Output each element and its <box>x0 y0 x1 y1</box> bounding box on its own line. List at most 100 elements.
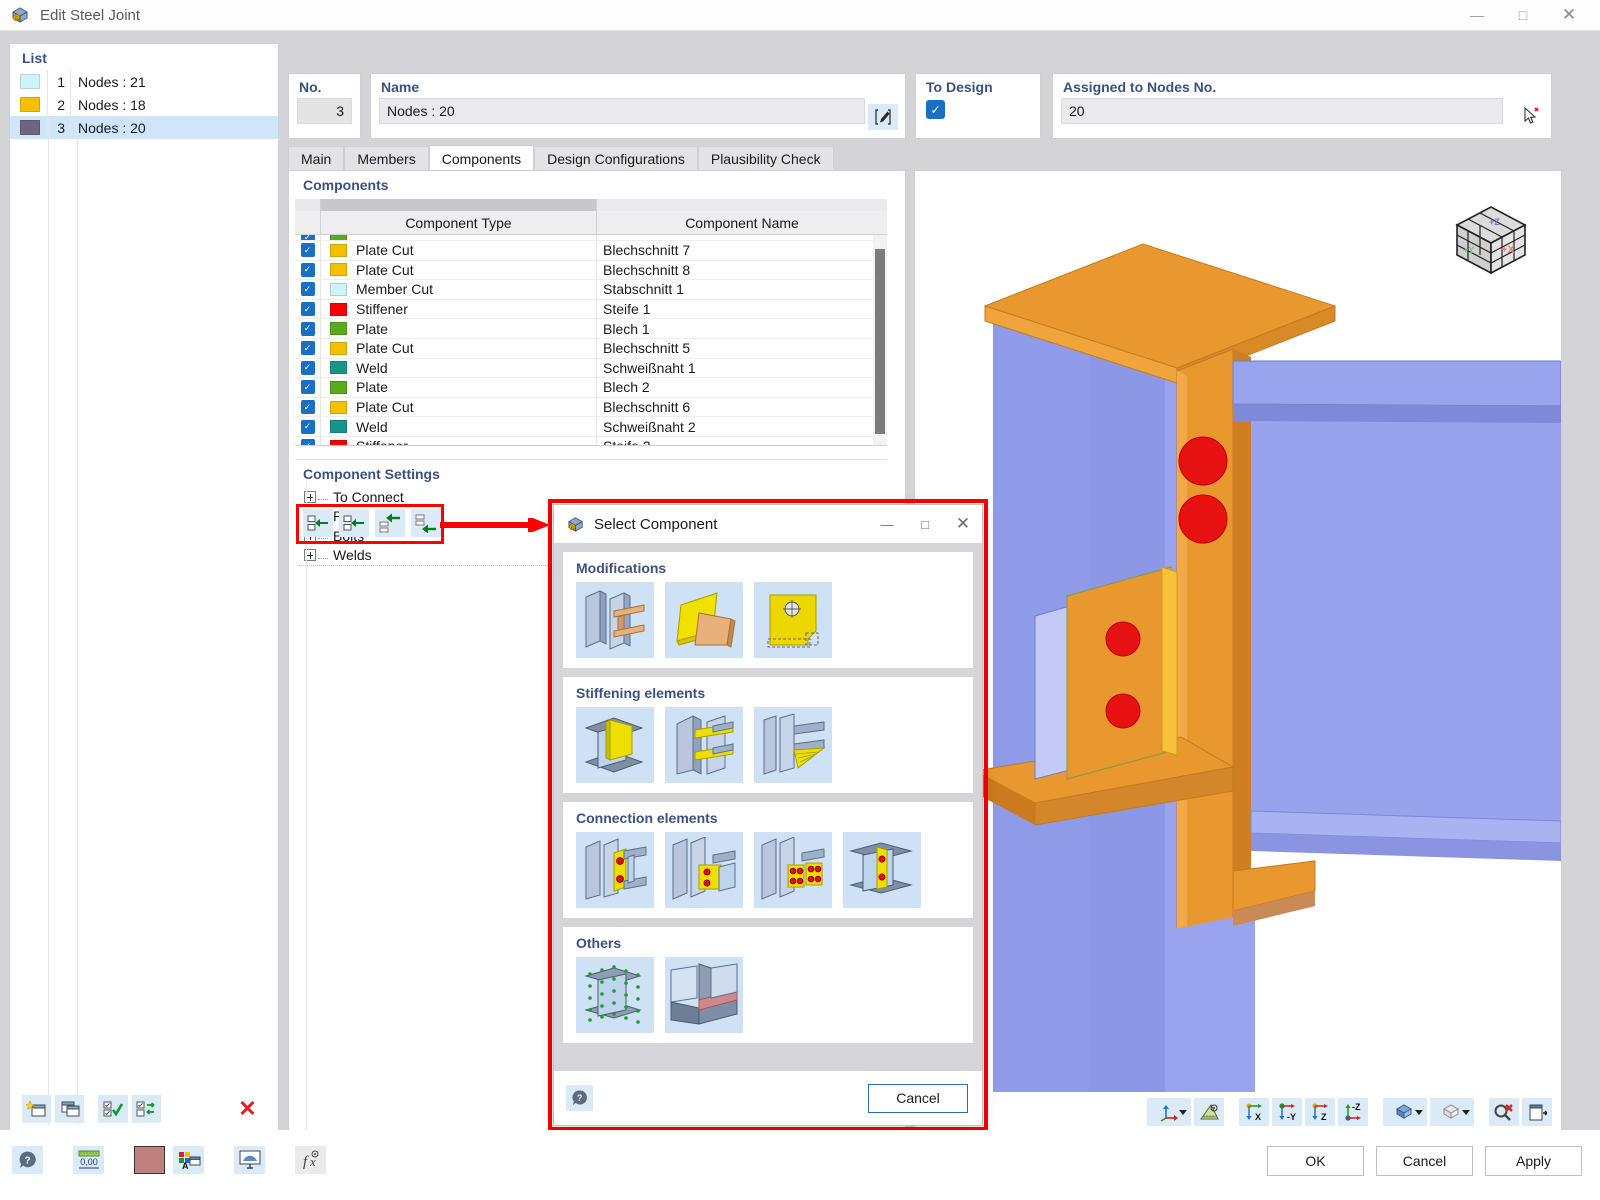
tab-main[interactable]: Main <box>288 146 345 171</box>
wireframe-button[interactable] <box>1430 1098 1474 1126</box>
joint-no-value[interactable]: 3 <box>297 98 352 124</box>
table-row[interactable]: ✓ Weld Schweißnaht 1 <box>295 358 887 379</box>
row-checkbox[interactable]: ✓ <box>295 260 321 280</box>
minimize-button[interactable]: — <box>1454 0 1500 31</box>
invert-selection-button[interactable] <box>131 1095 161 1123</box>
web-stiffener-thumb[interactable] <box>665 707 743 783</box>
table-row[interactable]: ✓ Plate Cut Blechschnitt 5 <box>295 338 887 359</box>
dialog-minimize-button[interactable]: — <box>868 505 906 543</box>
table-row[interactable]: ✓ Plate Blech 2 <box>295 378 887 398</box>
components-section-title: Components <box>303 177 389 193</box>
list-item[interactable]: 2 Nodes : 18 <box>10 93 278 116</box>
row-checkbox[interactable]: ✓ <box>295 378 321 397</box>
apply-button[interactable]: Apply <box>1485 1146 1582 1176</box>
close-button[interactable]: ✕ <box>1546 0 1592 31</box>
footer-left-toolbar: ? 0,00 A f x <box>12 1146 326 1174</box>
joint-name-input[interactable]: Nodes : 20 <box>379 98 865 124</box>
surface-mesh-thumb[interactable] <box>576 957 654 1033</box>
row-checkbox[interactable]: ✓ <box>295 280 321 299</box>
new-joint-button[interactable] <box>22 1095 52 1123</box>
haunch-thumb[interactable] <box>754 707 832 783</box>
tab-plausibility-check[interactable]: Plausibility Check <box>697 146 834 171</box>
view-x-button[interactable]: X <box>1239 1098 1269 1126</box>
row-checkbox[interactable]: ✓ <box>295 436 321 445</box>
insert-component-button[interactable] <box>303 509 333 537</box>
cancel-button[interactable]: Cancel <box>1376 1146 1473 1176</box>
zoom-reset-button[interactable] <box>1489 1098 1519 1126</box>
component-type-cell: Plate <box>356 379 388 396</box>
dialog-close-button[interactable]: ✕ <box>944 505 982 543</box>
list-panel-title: List <box>22 50 47 66</box>
row-checkbox[interactable]: ✓ <box>295 417 321 436</box>
tab-components[interactable]: Components <box>428 145 535 171</box>
table-row[interactable]: ✓ Weld Schweißnaht 2 <box>295 417 887 437</box>
table-row[interactable]: ✓ Plate Cut Blechschnitt 6 <box>295 397 887 418</box>
weld-seam-thumb[interactable] <box>665 957 743 1033</box>
to-design-checkbox[interactable]: ✓ <box>926 100 945 119</box>
table-row[interactable]: ✓ Stiffener Steife 1 <box>295 299 887 320</box>
insert-component-before-button[interactable] <box>339 509 369 537</box>
move-component-down-button[interactable] <box>411 509 441 537</box>
units-button[interactable]: 0,00 <box>73 1146 104 1174</box>
print-view-button[interactable] <box>1522 1098 1552 1126</box>
maximize-button[interactable]: □ <box>1500 0 1546 31</box>
row-checkbox[interactable]: ✓ <box>295 397 321 417</box>
select-all-button[interactable] <box>98 1095 128 1123</box>
dialog-cancel-button[interactable]: Cancel <box>868 1083 968 1113</box>
measure-button[interactable] <box>1194 1098 1224 1126</box>
display-properties-button[interactable]: A <box>173 1146 204 1174</box>
table-row[interactable]: ✓ Plate Cut Blechschnitt 7 <box>295 241 887 261</box>
row-checkbox[interactable]: ✓ <box>295 299 321 319</box>
assigned-nodes-input[interactable]: 20 <box>1061 98 1503 124</box>
help-icon[interactable]: ? <box>566 1085 593 1111</box>
dialog-title: Select Component <box>594 515 718 533</box>
ok-button[interactable]: OK <box>1267 1146 1364 1176</box>
bolted-plate-thumb[interactable] <box>754 832 832 908</box>
list-item[interactable]: 3 Nodes : 20 <box>10 116 278 139</box>
end-plate-thumb[interactable] <box>665 832 743 908</box>
joint-list[interactable]: 1 Nodes : 21 2 Nodes : 18 3 Nodes : 20 <box>10 70 278 139</box>
delete-joint-button[interactable]: ✕ <box>233 1095 262 1123</box>
row-checkbox[interactable]: ✓ <box>295 241 321 260</box>
components-table-body[interactable]: ✓ ✓ Plate Cut Blechschnitt 7 ✓ Plate Cut Blech… <box>295 235 887 446</box>
angle-cleat-thumb[interactable] <box>843 832 921 908</box>
window-body: List 1 Nodes : 21 2 Nodes : 18 3 Nodes : 20 <box>0 31 1600 1200</box>
view-minus-z-button[interactable]: -Z <box>1338 1098 1368 1126</box>
axis-label-y: +Y <box>1463 245 1474 255</box>
table-row[interactable]: ✓ Member Cut Stabschnitt 1 <box>295 280 887 300</box>
edit-name-icon[interactable] <box>868 104 898 130</box>
select-component-dialog: 6 Select Component — □ ✕ Modifications St… <box>553 504 983 1126</box>
move-component-up-button[interactable] <box>375 509 405 537</box>
stiffener-thumb[interactable] <box>576 707 654 783</box>
footer-action-buttons[interactable]: OK Cancel Apply <box>1267 1146 1582 1176</box>
select-nodes-icon[interactable] <box>1515 104 1545 130</box>
table-row[interactable]: ✓ Plate Cut Blechschnitt 8 <box>295 260 887 281</box>
dialog-maximize-button[interactable]: □ <box>906 505 944 543</box>
copy-joint-button[interactable] <box>55 1095 85 1123</box>
row-checkbox[interactable]: ✓ <box>295 338 321 358</box>
help-button[interactable]: ? <box>12 1146 43 1174</box>
components-table-scrollbar[interactable] <box>873 235 887 445</box>
view-z-button[interactable]: Z <box>1305 1098 1335 1126</box>
tab-members[interactable]: Members <box>344 146 429 171</box>
coordinate-system-button[interactable] <box>1147 1098 1191 1126</box>
3d-viewport[interactable]: Y +Z +Y +X <box>914 170 1562 1133</box>
navigation-cube[interactable]: +Z +Y +X <box>1443 195 1539 281</box>
tab-bar[interactable]: Main Members Components Design Configuratio… <box>288 145 834 171</box>
list-item[interactable]: 1 Nodes : 21 <box>10 70 278 93</box>
plate-cut-thumb[interactable] <box>665 582 743 658</box>
render-mode-button[interactable] <box>1383 1098 1427 1126</box>
visualization-button[interactable] <box>234 1146 265 1174</box>
member-cut-thumb[interactable] <box>576 582 654 658</box>
tab-design-configurations[interactable]: Design Configurations <box>534 146 698 171</box>
row-checkbox[interactable]: ✓ <box>295 319 321 338</box>
view-minus-y-button[interactable]: -Y <box>1272 1098 1302 1126</box>
scrollbar-thumb[interactable] <box>875 249 885 434</box>
plate-opening-thumb[interactable] <box>754 582 832 658</box>
fin-plate-thumb[interactable] <box>576 832 654 908</box>
formula-button[interactable]: f x <box>295 1146 326 1174</box>
table-row[interactable]: ✓ Plate Blech 1 <box>295 319 887 339</box>
row-checkbox[interactable]: ✓ <box>295 358 321 378</box>
color-swatch-button[interactable] <box>134 1146 165 1174</box>
table-row[interactable]: ✓ Stiffener Steife 2 <box>295 436 887 445</box>
